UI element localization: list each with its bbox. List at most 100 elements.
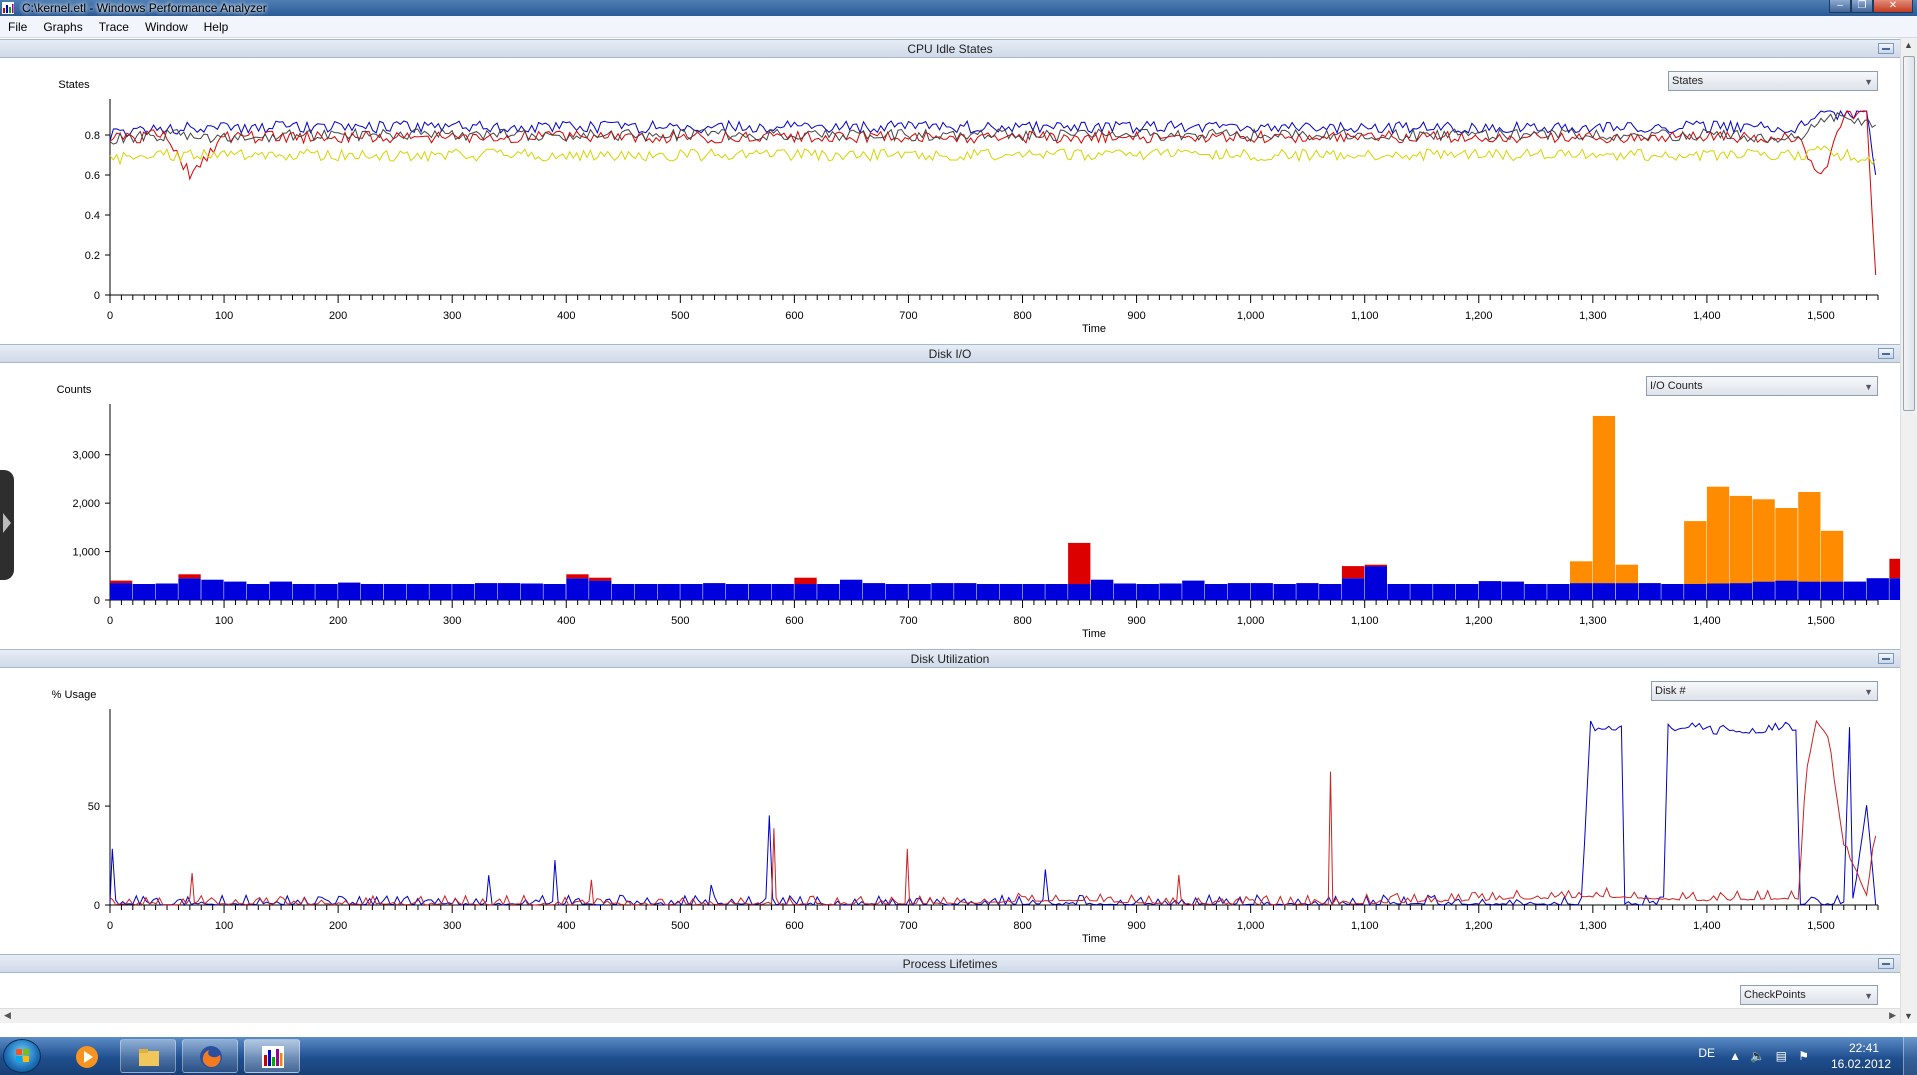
- bar-segment-0: [1159, 583, 1182, 600]
- collapse-pane-button[interactable]: [1878, 348, 1894, 359]
- bar-segment-0: [543, 584, 566, 600]
- bar-segment-0: [1113, 583, 1137, 600]
- horizontal-scrollbar[interactable]: ◀ ▶: [0, 1008, 1900, 1023]
- y-tick-label: 0: [94, 900, 100, 912]
- taskbar-windows-explorer[interactable]: [120, 1039, 176, 1073]
- menu-help[interactable]: Help: [196, 16, 237, 38]
- pane-body: I/O Counts ▼ Counts 0 1,000 2,000 3,000 0 100 20…: [0, 364, 1900, 650]
- scroll-left-icon[interactable]: ◀: [4, 1010, 11, 1021]
- checkpoints-selector[interactable]: CheckPoints ▼: [1740, 985, 1878, 1005]
- clock-time[interactable]: 22:41: [1849, 1041, 1879, 1055]
- y-tick-label: 0: [94, 290, 100, 302]
- bar-segment-0: [1775, 580, 1798, 600]
- language-indicator[interactable]: DE: [1698, 1046, 1715, 1060]
- y-tick-label: 3,000: [72, 450, 100, 462]
- bar-segment-0: [931, 583, 954, 600]
- bar-segment-0: [1752, 581, 1775, 600]
- bar-segment-2: [1729, 495, 1752, 584]
- bar-segment-1: [794, 577, 817, 584]
- x-tick-label: 100: [215, 615, 233, 627]
- show-hidden-icons-icon[interactable]: ▲: [1729, 1049, 1741, 1063]
- bar-segment-0: [1570, 583, 1593, 600]
- collapse-pane-button[interactable]: [1878, 43, 1894, 54]
- clock-date[interactable]: 16.02.2012: [1831, 1057, 1891, 1071]
- bar-segment-0: [999, 584, 1022, 600]
- disk-utilization-pane: Disk Utilization Disk # ▼ % Usage 0 50 0 100 2…: [0, 649, 1900, 955]
- x-tick-label: 1,000: [1237, 310, 1265, 322]
- maximize-button[interactable]: ❐: [1851, 0, 1873, 13]
- cpu-idle-states-chart: States 0 0.2 0.4 0.6 0.8 0 100 200 300 400 500 600 70…: [58, 79, 1879, 335]
- pane-header: Disk Utilization: [0, 650, 1900, 668]
- bar-segment-0: [1547, 584, 1570, 600]
- x-tick-label: 100: [215, 310, 233, 322]
- x-tick-label: 1,300: [1579, 615, 1607, 627]
- vertical-scrollbar[interactable]: ▲ ▼: [1900, 38, 1917, 1023]
- firefox-icon: [200, 1046, 222, 1068]
- scroll-up-icon[interactable]: ▲: [1904, 40, 1913, 50]
- bar-segment-0: [1524, 584, 1547, 600]
- x-tick-label: 1,200: [1465, 615, 1493, 627]
- taskbar: DE ▲ 🔈 ▤ ⚑ 22:41 16.02.2012: [0, 1037, 1917, 1075]
- taskbar-firefox[interactable]: [182, 1039, 238, 1073]
- bar-segment-0: [520, 583, 543, 600]
- bar-segment-0: [908, 584, 931, 600]
- bar-segment-0: [1706, 583, 1730, 600]
- bar-segment-2: [1570, 561, 1593, 584]
- bar-segment-0: [1661, 584, 1684, 600]
- window-title: C:\kernel.etl - Windows Performance Anal…: [22, 1, 267, 15]
- bar-segment-2: [1821, 530, 1844, 582]
- collapse-pane-button[interactable]: [1878, 653, 1894, 664]
- action-center-flag-icon[interactable]: ⚑: [1798, 1049, 1809, 1063]
- bar-segment-0: [132, 584, 156, 600]
- network-icon[interactable]: ▤: [1776, 1049, 1787, 1063]
- menu-window[interactable]: Window: [137, 16, 196, 38]
- bar-segment-0: [1433, 584, 1456, 600]
- x-axis-label: Time: [1082, 323, 1106, 335]
- bar-segment-0: [1364, 566, 1387, 600]
- scroll-right-icon[interactable]: ▶: [1889, 1010, 1896, 1021]
- volume-icon[interactable]: 🔈: [1750, 1049, 1765, 1063]
- close-icon: ✕: [1888, 0, 1898, 11]
- x-tick-label: 600: [785, 615, 803, 627]
- menu-trace[interactable]: Trace: [91, 16, 137, 38]
- bar-segment-1: [589, 577, 612, 581]
- start-button[interactable]: [3, 1039, 41, 1073]
- y-tick-label: 1,000: [72, 547, 100, 559]
- disk-io-pane: Disk I/O I/O Counts ▼ Counts 0 1,000 2,000 3,…: [0, 344, 1900, 650]
- minimize-button[interactable]: –: [1829, 0, 1851, 13]
- x-tick-label: 1,200: [1465, 920, 1493, 932]
- bar-segment-0: [110, 583, 133, 600]
- taskbar-performance-analyzer[interactable]: [244, 1039, 300, 1073]
- bar-segment-0: [1068, 584, 1091, 600]
- series-line-0: [109, 720, 1877, 907]
- x-tick-label: 300: [443, 615, 461, 627]
- x-tick-label: 600: [785, 920, 803, 932]
- x-tick-label: 0: [107, 615, 113, 627]
- bar-segment-0: [497, 583, 521, 600]
- scroll-down-icon[interactable]: ▼: [1904, 1011, 1913, 1021]
- x-tick-label: 1,500: [1807, 615, 1835, 627]
- scrollbar-thumb[interactable]: [1903, 56, 1915, 411]
- close-button[interactable]: ✕: [1873, 0, 1913, 13]
- bar-segment-0: [1227, 583, 1251, 600]
- process-lifetimes-pane: Process Lifetimes CheckPoints ▼: [0, 954, 1900, 1009]
- bar-segment-0: [1136, 584, 1159, 600]
- menu-file[interactable]: File: [0, 16, 35, 38]
- bar-segment-0: [292, 584, 315, 600]
- bar-segment-1: [566, 574, 589, 579]
- selector-value: CheckPoints: [1744, 989, 1806, 1001]
- bar-segment-0: [1615, 583, 1638, 600]
- collapse-pane-button[interactable]: [1878, 958, 1894, 969]
- x-tick-label: 1,200: [1465, 310, 1493, 322]
- y-axis-label: States: [58, 79, 90, 91]
- title-bar: C:\kernel.etl - Windows Performance Anal…: [0, 0, 1917, 16]
- bar-segment-0: [680, 584, 703, 600]
- bar-segment-1: [1364, 564, 1387, 567]
- restore-icon: ❐: [1857, 0, 1867, 11]
- bar-segment-0: [1478, 581, 1502, 600]
- taskbar-media-player[interactable]: [58, 1039, 110, 1073]
- menu-graphs[interactable]: Graphs: [35, 16, 90, 38]
- x-tick-label: 700: [899, 310, 917, 322]
- show-desktop-button[interactable]: [1903, 1037, 1917, 1075]
- expand-graph-explorer-handle[interactable]: [0, 470, 14, 580]
